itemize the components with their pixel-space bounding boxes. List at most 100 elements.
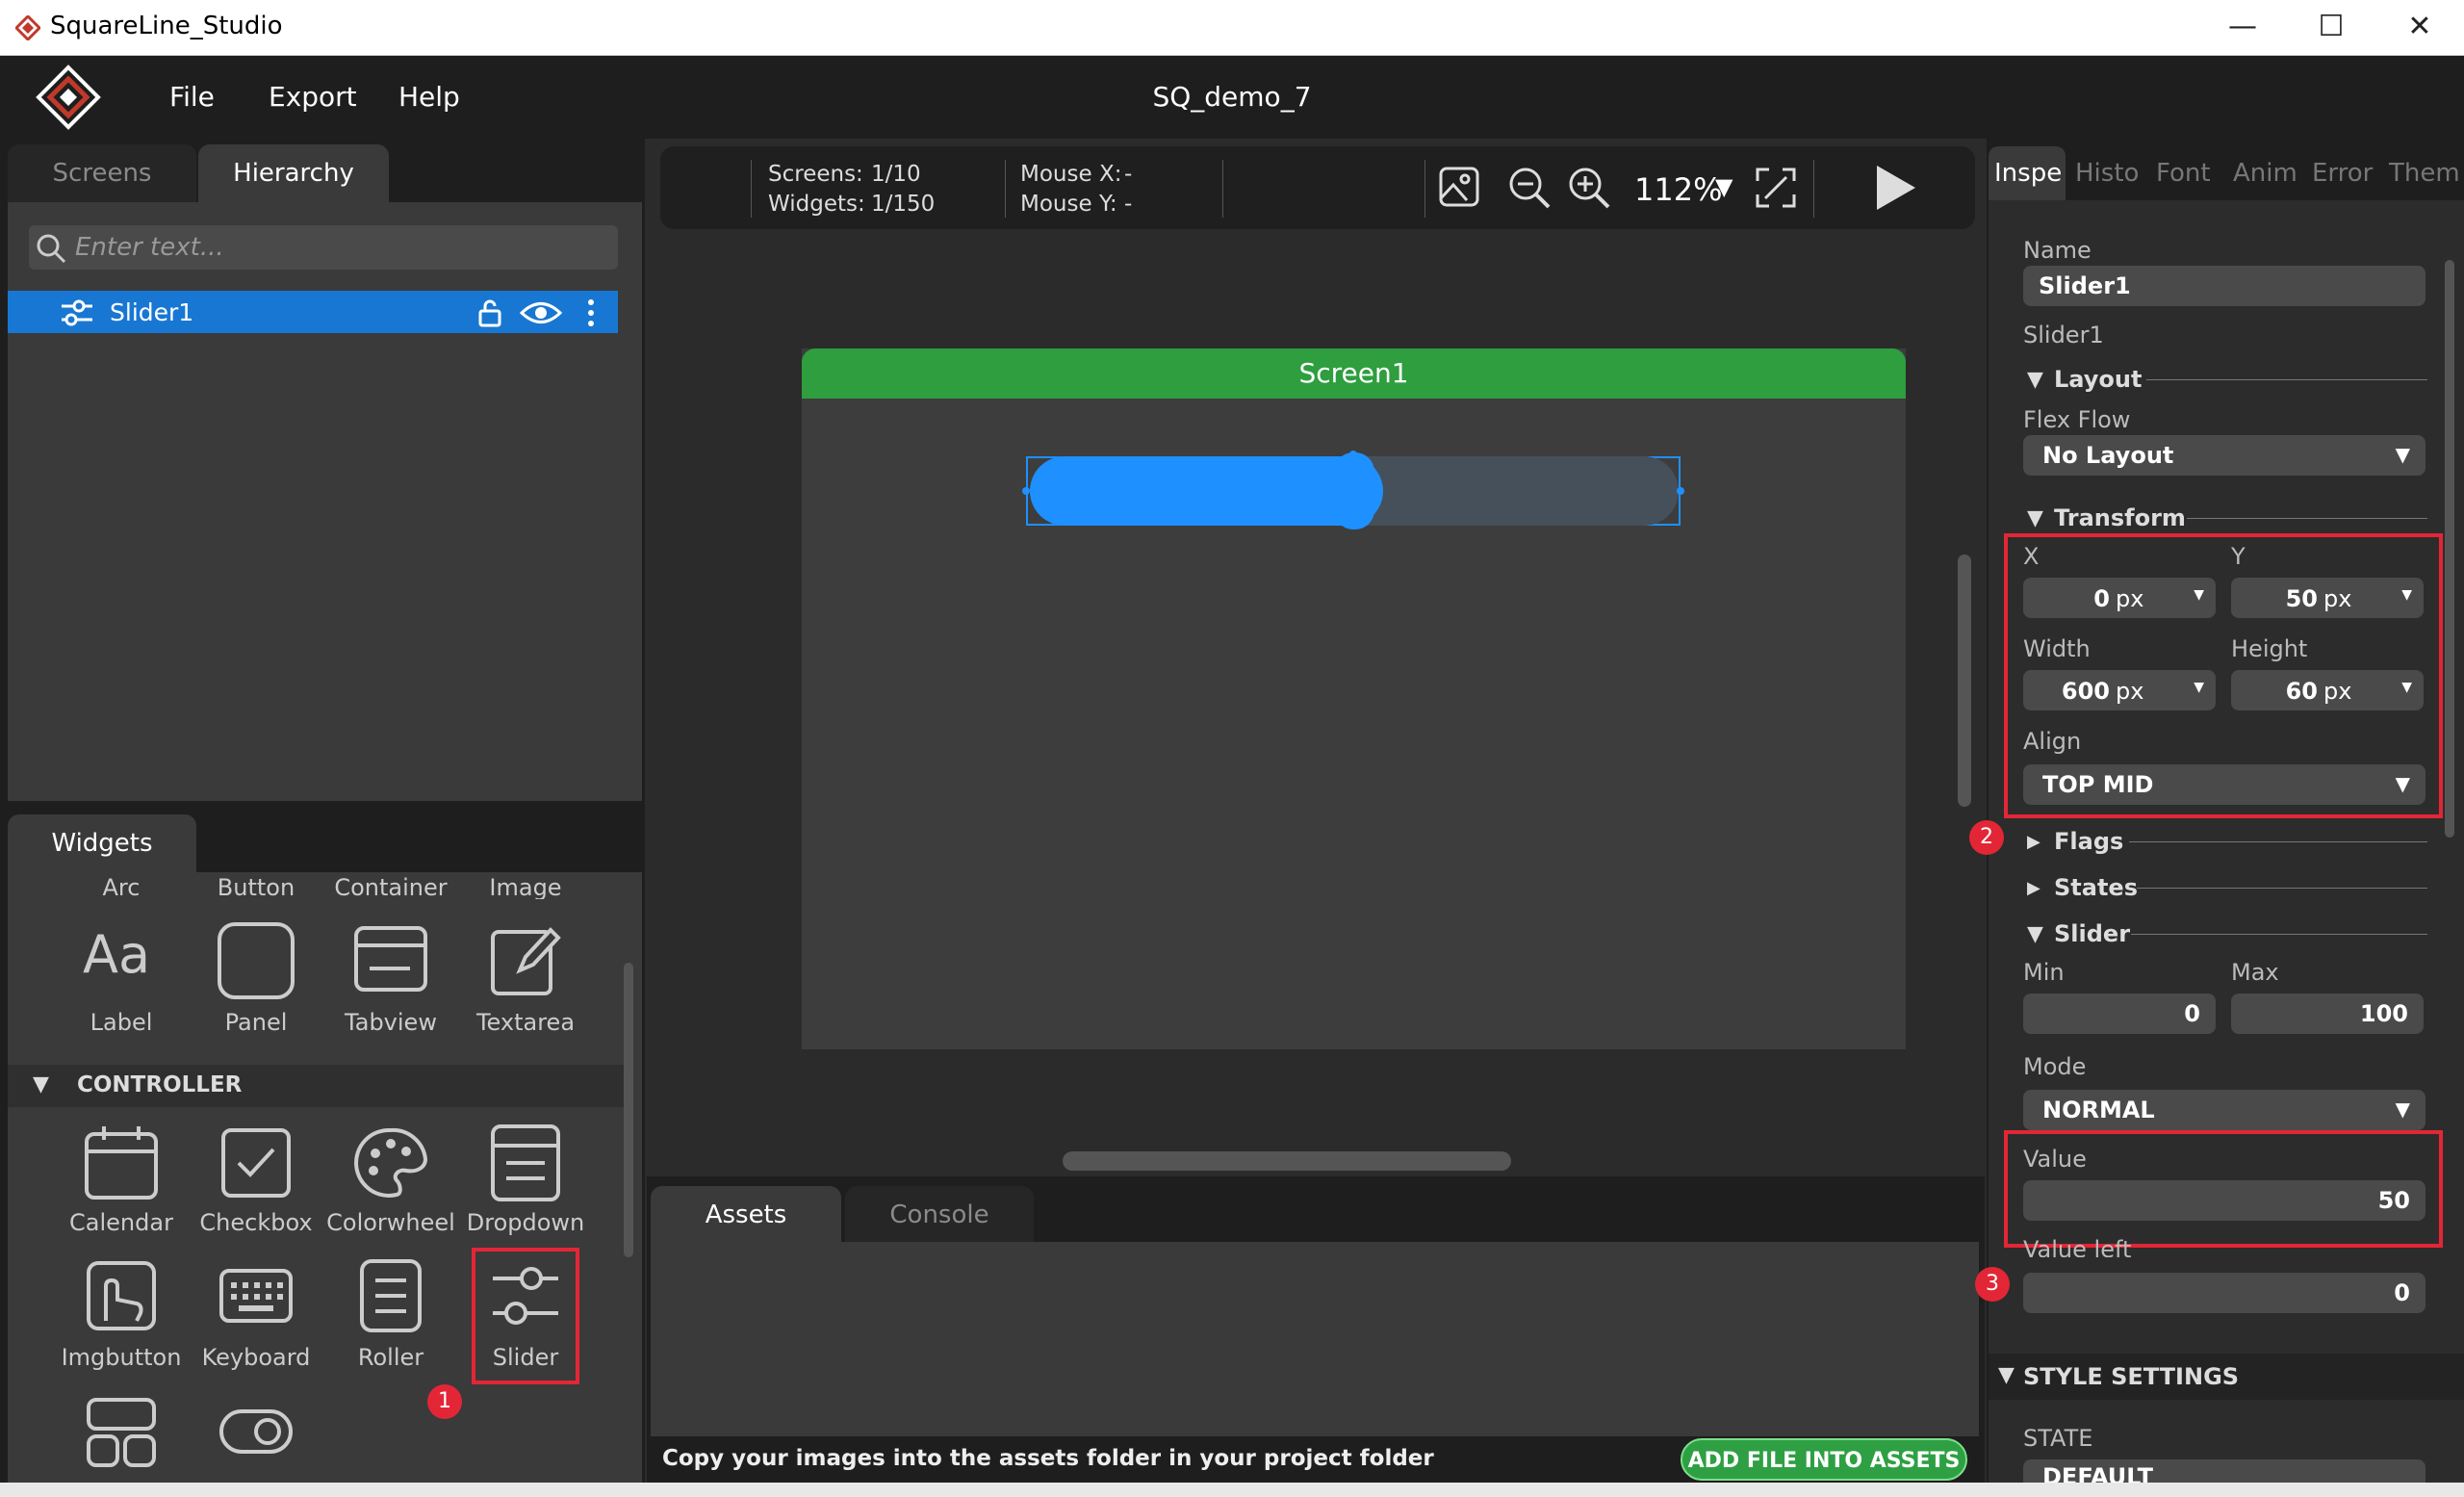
slider-knob[interactable] xyxy=(1334,452,1374,529)
widget-panel-label[interactable]: Panel xyxy=(189,1009,323,1036)
state-value: DEFAULT xyxy=(2042,1463,2153,1483)
resize-handle-left[interactable] xyxy=(1022,487,1030,495)
app-logo-icon xyxy=(15,15,40,40)
widgets-count-value: 1/150 xyxy=(871,192,936,217)
max-input[interactable]: 100 xyxy=(2231,994,2424,1034)
mode-dropdown[interactable]: NORMAL ▼ xyxy=(2023,1090,2426,1130)
widget-dropdown-label[interactable]: Dropdown xyxy=(458,1209,593,1236)
widget-imgbutton-label[interactable]: Imgbutton xyxy=(54,1344,189,1371)
minimize-button[interactable]: — xyxy=(2214,6,2272,48)
more-options-icon[interactable] xyxy=(585,298,597,327)
widget-button-label[interactable]: Button xyxy=(189,874,323,899)
fit-to-screen-icon[interactable] xyxy=(1754,166,1798,210)
tab-hierarchy[interactable]: Hierarchy xyxy=(198,144,389,202)
dropdown-widget-icon[interactable] xyxy=(487,1123,564,1203)
maximize-button[interactable]: ☐ xyxy=(2302,6,2360,48)
widgets-scrollbar[interactable] xyxy=(624,963,633,1257)
tab-screens[interactable]: Screens xyxy=(8,144,196,202)
buttonmatrix-widget-icon[interactable] xyxy=(83,1394,160,1471)
background-image-icon[interactable] xyxy=(1438,166,1480,208)
name-input[interactable]: Slider1 xyxy=(2023,266,2426,306)
widget-colorwheel-label[interactable]: Colorwheel xyxy=(323,1209,458,1236)
tab-font[interactable]: Font xyxy=(2156,146,2211,200)
zoom-level[interactable]: 112% xyxy=(1634,171,1722,208)
tab-animation[interactable]: Anim xyxy=(2233,146,2297,200)
visibility-eye-icon[interactable] xyxy=(520,298,562,327)
zoom-in-icon[interactable] xyxy=(1567,166,1611,210)
slider-caret-icon[interactable]: ▼ xyxy=(2027,922,2043,946)
resize-handle-top[interactable] xyxy=(1349,451,1357,458)
slider-section-title[interactable]: Slider xyxy=(2054,920,2130,947)
slider-widget-highlight xyxy=(472,1248,579,1384)
flags-section-title[interactable]: Flags xyxy=(2054,828,2123,855)
widget-label-label[interactable]: Label xyxy=(54,1009,189,1036)
slider-icon xyxy=(62,299,92,326)
widget-container-label[interactable]: Container xyxy=(323,874,458,899)
inspector-scrollbar[interactable] xyxy=(2445,260,2454,838)
calendar-widget-icon[interactable] xyxy=(83,1124,160,1201)
search-icon xyxy=(37,234,66,264)
screen-title-bar[interactable]: Screen1 xyxy=(802,348,1906,399)
states-caret-icon[interactable]: ▶ xyxy=(2027,878,2040,898)
roller-widget-icon[interactable] xyxy=(352,1257,429,1334)
states-section-title[interactable]: States xyxy=(2054,874,2138,901)
tab-history[interactable]: Histo xyxy=(2075,146,2139,200)
tab-widgets[interactable]: Widgets xyxy=(8,814,196,872)
min-input[interactable]: 0 xyxy=(2023,994,2216,1034)
widget-image-label[interactable]: Image xyxy=(458,874,593,899)
transform-section-title[interactable]: Transform xyxy=(2054,504,2186,531)
add-file-into-assets-button[interactable]: ADD FILE INTO ASSETS xyxy=(1681,1438,1967,1481)
widget-keyboard-label[interactable]: Keyboard xyxy=(189,1344,323,1371)
section-divider xyxy=(2187,518,2427,519)
unlock-icon[interactable] xyxy=(475,298,504,327)
flags-caret-icon[interactable]: ▶ xyxy=(2027,832,2040,852)
tab-assets[interactable]: Assets xyxy=(651,1186,841,1244)
style-settings-header[interactable]: ▼ STYLE SETTINGS xyxy=(1989,1354,2464,1400)
value-left-input[interactable]: 0 xyxy=(2023,1273,2426,1313)
screens-count-label: Screens: xyxy=(768,162,863,187)
zoom-out-icon[interactable] xyxy=(1507,166,1552,210)
section-divider xyxy=(2129,841,2427,842)
widget-checkbox-label[interactable]: Checkbox xyxy=(189,1209,323,1236)
mode-value: NORMAL xyxy=(2042,1097,2155,1123)
widget-arc-label[interactable]: Arc xyxy=(54,874,189,899)
layout-caret-icon[interactable]: ▼ xyxy=(2027,368,2043,392)
state-dropdown[interactable]: DEFAULT xyxy=(2023,1459,2426,1483)
controller-section-header[interactable]: ▼ CONTROLLER xyxy=(8,1065,624,1107)
window-titlebar: SquareLine_Studio — ☐ ✕ xyxy=(0,0,2464,56)
assets-hint: Copy your images into the assets folder … xyxy=(662,1446,1434,1471)
tab-error[interactable]: Error xyxy=(2312,146,2373,200)
colorwheel-widget-icon[interactable] xyxy=(352,1124,429,1201)
close-button[interactable]: ✕ xyxy=(2391,6,2449,48)
switch-widget-icon[interactable] xyxy=(218,1407,295,1456)
canvas-vertical-scrollbar[interactable] xyxy=(1958,555,1971,807)
flexflow-dropdown[interactable]: No Layout ▼ xyxy=(2023,435,2426,476)
keyboard-widget-icon[interactable] xyxy=(218,1267,295,1325)
textarea-widget-icon[interactable] xyxy=(487,922,564,999)
label-widget-icon[interactable]: Aa xyxy=(83,924,150,985)
dropdown-caret-icon: ▼ xyxy=(2395,443,2410,466)
play-icon[interactable] xyxy=(1873,164,1917,212)
toolbar-divider xyxy=(1813,160,1814,218)
tabview-widget-icon[interactable] xyxy=(352,924,429,994)
checkbox-widget-icon[interactable] xyxy=(218,1124,295,1201)
hierarchy-item-slider1[interactable]: Slider1 xyxy=(8,291,618,333)
widget-textarea-label[interactable]: Textarea xyxy=(458,1009,593,1036)
widget-tabview-label[interactable]: Tabview xyxy=(323,1009,458,1036)
widget-roller-label[interactable]: Roller xyxy=(323,1344,458,1371)
tab-themes[interactable]: Them xyxy=(2389,146,2460,200)
tab-console[interactable]: Console xyxy=(845,1186,1034,1244)
widget-calendar-label[interactable]: Calendar xyxy=(54,1209,189,1236)
zoom-dropdown-caret-icon[interactable]: ▼ xyxy=(1715,173,1732,200)
resize-handle-bottom[interactable] xyxy=(1349,522,1357,529)
tab-inspector[interactable]: Inspe xyxy=(1994,146,2062,200)
controller-section-title: CONTROLLER xyxy=(77,1072,243,1097)
resize-handle-right[interactable] xyxy=(1677,487,1684,495)
panel-widget-icon[interactable] xyxy=(218,922,295,999)
value-left-label: Value left xyxy=(2023,1236,2132,1257)
canvas-horizontal-scrollbar[interactable] xyxy=(1063,1151,1511,1171)
layout-section-title[interactable]: Layout xyxy=(2054,366,2142,393)
transform-caret-icon[interactable]: ▼ xyxy=(2027,506,2043,530)
imgbutton-widget-icon[interactable] xyxy=(83,1257,160,1334)
hierarchy-search[interactable]: Enter text... xyxy=(29,225,618,270)
